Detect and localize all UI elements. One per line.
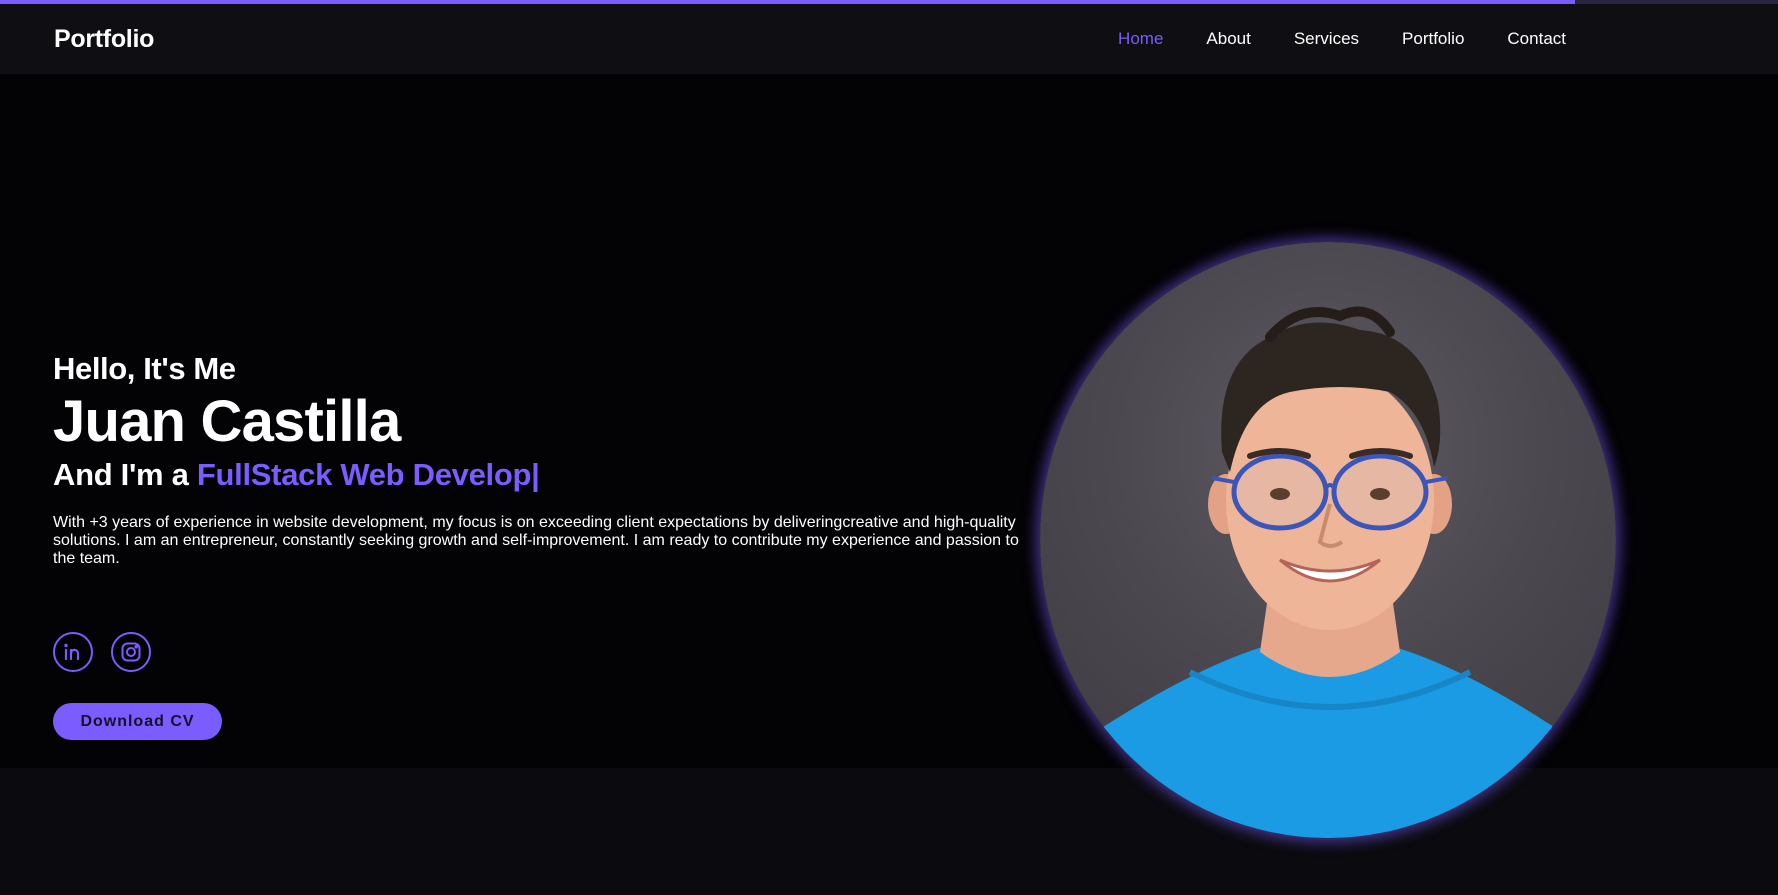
linkedin-icon	[64, 643, 80, 661]
role-typed-text: FullStack Web Develop|	[196, 457, 540, 492]
site-header: Portfolio Home About Services Portfolio …	[0, 4, 1778, 74]
site-logo[interactable]: Portfolio	[54, 25, 154, 54]
instagram-icon	[121, 642, 141, 662]
hero-bio: With +3 years of experience in website d…	[53, 514, 1019, 567]
portrait-illustration	[1040, 306, 1616, 838]
hero-role: And I'm a FullStack Web Develop|	[53, 456, 1033, 494]
role-prefix: And I'm a	[53, 457, 197, 492]
hero-intro: Hello, It's Me Juan Castilla And I'm a F…	[53, 350, 1033, 568]
nav-contact[interactable]: Contact	[1507, 29, 1566, 49]
hero-name: Juan Castilla	[53, 389, 401, 454]
hero-greeting: Hello, It's Me	[53, 351, 236, 386]
nav-about[interactable]: About	[1206, 29, 1250, 49]
social-links	[53, 632, 151, 672]
nav-services[interactable]: Services	[1294, 29, 1359, 49]
instagram-link[interactable]	[111, 632, 151, 672]
download-cv-button[interactable]: Download CV	[53, 703, 222, 740]
nav-portfolio[interactable]: Portfolio	[1402, 29, 1464, 49]
linkedin-link[interactable]	[53, 632, 93, 672]
next-section	[0, 768, 1778, 895]
nav-home[interactable]: Home	[1118, 29, 1163, 49]
main-nav: Home About Services Portfolio Contact	[1118, 29, 1566, 49]
profile-photo	[1040, 242, 1616, 838]
